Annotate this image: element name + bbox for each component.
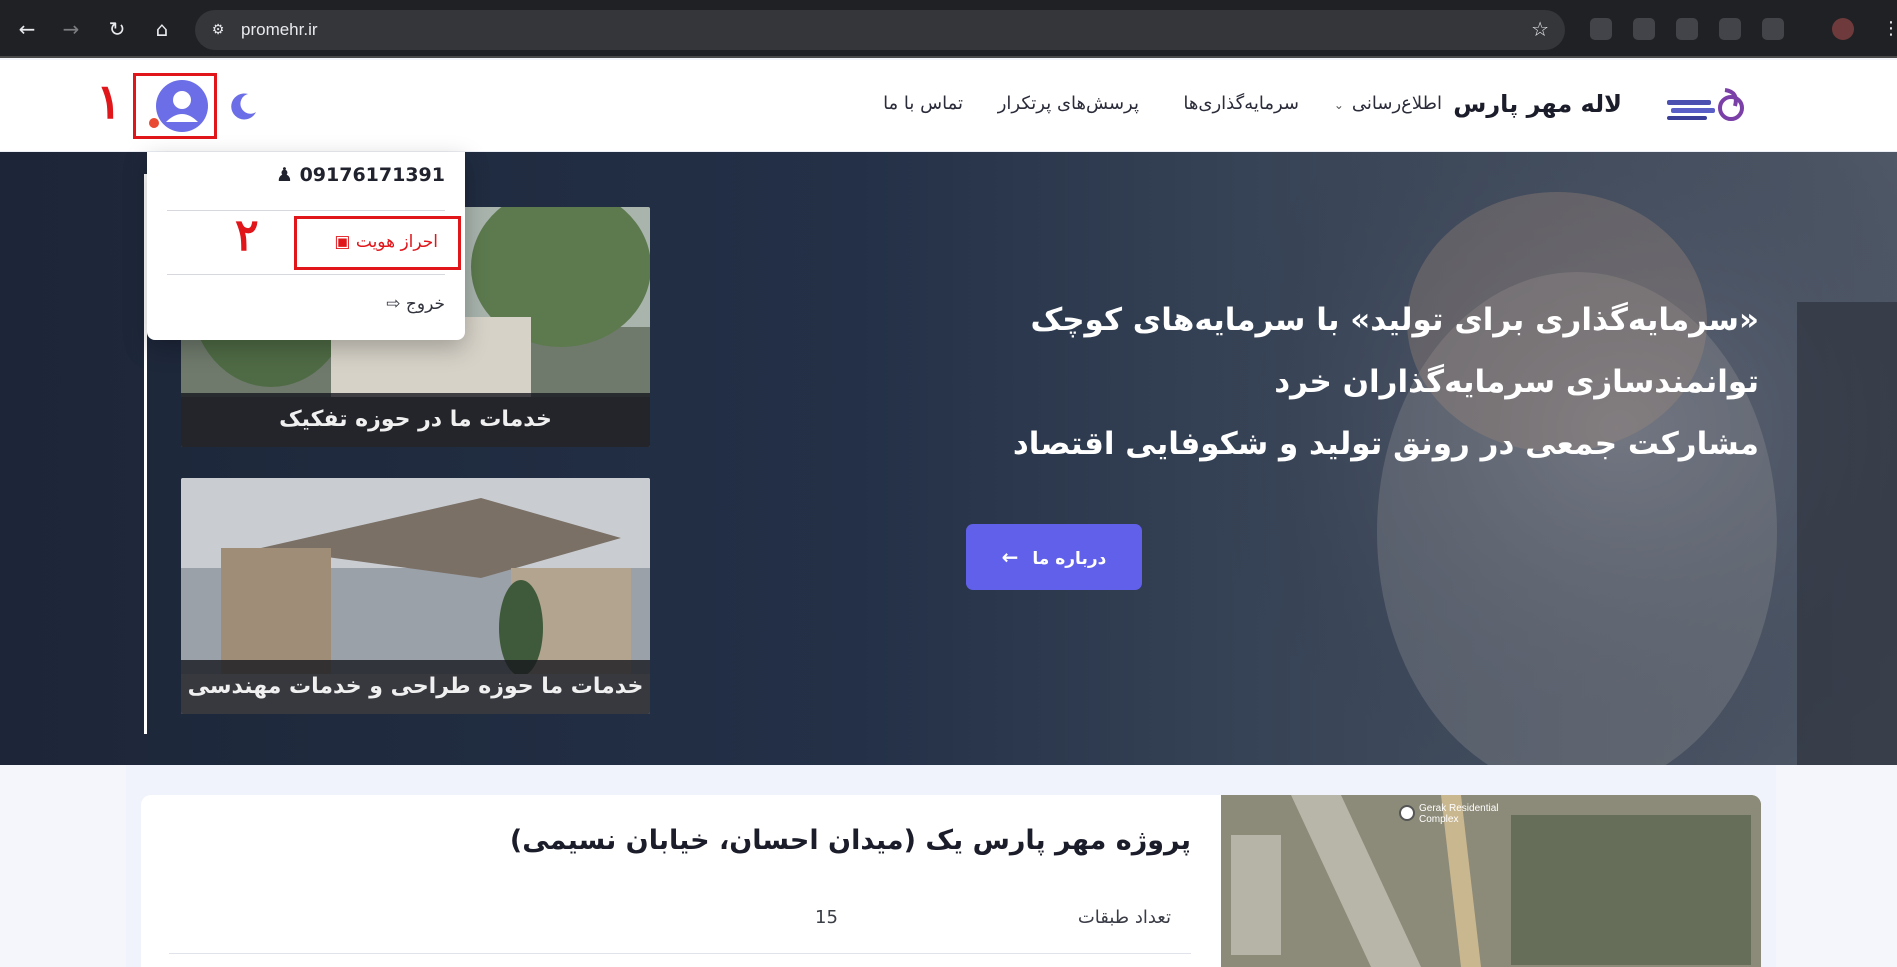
service-card-caption: خدمات ما در حوزه تفکیک bbox=[181, 393, 650, 447]
nav-item-investments[interactable]: سرمایه‌گذاری‌ها bbox=[1183, 93, 1299, 114]
about-us-label: درباره ما bbox=[1032, 549, 1107, 569]
project-title[interactable]: پروژه مهر پارس یک (میدان احسان، خیابان ن… bbox=[510, 825, 1191, 856]
logout-label: خروج bbox=[405, 294, 445, 314]
user-icon: ♟ bbox=[275, 164, 293, 186]
service-card-design[interactable]: خدمات ما حوزه طراحی و خدمات مهندسی bbox=[181, 478, 650, 714]
kyc-highlight: احراز هویت ▣ bbox=[294, 216, 461, 270]
url-text[interactable]: promehr.ir bbox=[241, 20, 318, 40]
nav-label: اطلاع‌رسانی bbox=[1351, 93, 1442, 114]
nav-item-contact[interactable]: تماس با ما bbox=[883, 93, 963, 114]
hero-line-1: «سرمایه‌گذاری برای تولید» با سرمایه‌های … bbox=[1030, 302, 1759, 338]
nav-item-faq[interactable]: پرسش‌های پرتکرار bbox=[998, 93, 1139, 114]
avatar-highlight bbox=[133, 73, 217, 139]
back-icon[interactable]: ← bbox=[12, 14, 42, 44]
about-us-button[interactable]: درباره ما ← bbox=[966, 524, 1142, 590]
profile-icon[interactable] bbox=[1832, 18, 1854, 40]
logo-icon[interactable] bbox=[1665, 84, 1745, 128]
extension-icon[interactable] bbox=[1676, 18, 1698, 40]
step-label-1: ۱ bbox=[96, 74, 122, 130]
project-map[interactable]: Gerak Residential Complex bbox=[1221, 795, 1761, 967]
user-avatar-icon[interactable] bbox=[149, 80, 208, 132]
menu-kebab-icon[interactable]: ⋮ bbox=[1882, 18, 1897, 39]
home-icon[interactable]: ⌂ bbox=[147, 14, 177, 44]
user-silhouette-icon bbox=[166, 91, 198, 122]
row-divider bbox=[169, 953, 1191, 954]
logout-icon: ⇨ bbox=[386, 294, 401, 314]
user-phone-item[interactable]: 09176171391 ♟ bbox=[276, 164, 445, 186]
map-place-label: Gerak Residential Complex bbox=[1419, 803, 1499, 825]
extension-icon[interactable] bbox=[1719, 18, 1741, 40]
moon-icon[interactable] bbox=[228, 90, 260, 122]
browser-toolbar: ← → ↻ ⌂ ⚙ promehr.ir ☆ ⋮ bbox=[0, 0, 1897, 58]
address-bar[interactable]: ⚙ promehr.ir ☆ bbox=[195, 10, 1565, 50]
kyc-menu-item[interactable]: احراز هویت ▣ bbox=[334, 232, 438, 252]
hero-line-2: توانمندسازی سرمایه‌گذاران خرد bbox=[1274, 364, 1759, 400]
site-info-icon[interactable]: ⚙ bbox=[207, 19, 229, 41]
chevron-down-icon: ⌄ bbox=[1333, 98, 1344, 112]
reload-icon[interactable]: ↻ bbox=[102, 14, 132, 44]
step-label-2: ۲ bbox=[235, 210, 259, 261]
extension-icon[interactable] bbox=[1633, 18, 1655, 40]
id-card-icon: ▣ bbox=[334, 232, 351, 252]
floors-label: تعداد طبقات bbox=[1077, 907, 1171, 928]
site-header: لاله مهر پارس اطلاع‌رسانی ⌄ سرمایه‌گذاری‌… bbox=[0, 60, 1897, 152]
logout-menu-item[interactable]: خروج ⇨ bbox=[386, 294, 445, 314]
extension-icon[interactable] bbox=[1590, 18, 1612, 40]
arrow-left-icon: ← bbox=[1001, 545, 1019, 569]
user-dropdown-menu: 09176171391 ♟ احراز هویت ▣ ۲ خروج ⇨ bbox=[147, 152, 465, 340]
forward-icon[interactable]: → bbox=[56, 14, 86, 44]
nav-item-announcements[interactable]: اطلاع‌رسانی ⌄ bbox=[1334, 93, 1442, 114]
brand-name[interactable]: لاله مهر پارس bbox=[1453, 90, 1622, 118]
hero-line-3: مشارکت جمعی در رونق تولید و شکوفایی اقتص… bbox=[1012, 426, 1759, 462]
kyc-label: احراز هویت bbox=[355, 232, 438, 252]
user-phone: 09176171391 bbox=[299, 164, 445, 186]
service-card-caption: خدمات ما حوزه طراحی و خدمات مهندسی bbox=[181, 660, 650, 714]
project-card[interactable]: Gerak Residential Complex پروژه مهر پارس… bbox=[141, 795, 1761, 967]
extension-icon[interactable] bbox=[1762, 18, 1784, 40]
floors-value: 15 bbox=[815, 907, 838, 928]
status-dot bbox=[149, 118, 159, 128]
star-icon[interactable]: ☆ bbox=[1531, 17, 1549, 41]
menu-divider bbox=[167, 274, 445, 275]
menu-divider bbox=[167, 210, 445, 211]
